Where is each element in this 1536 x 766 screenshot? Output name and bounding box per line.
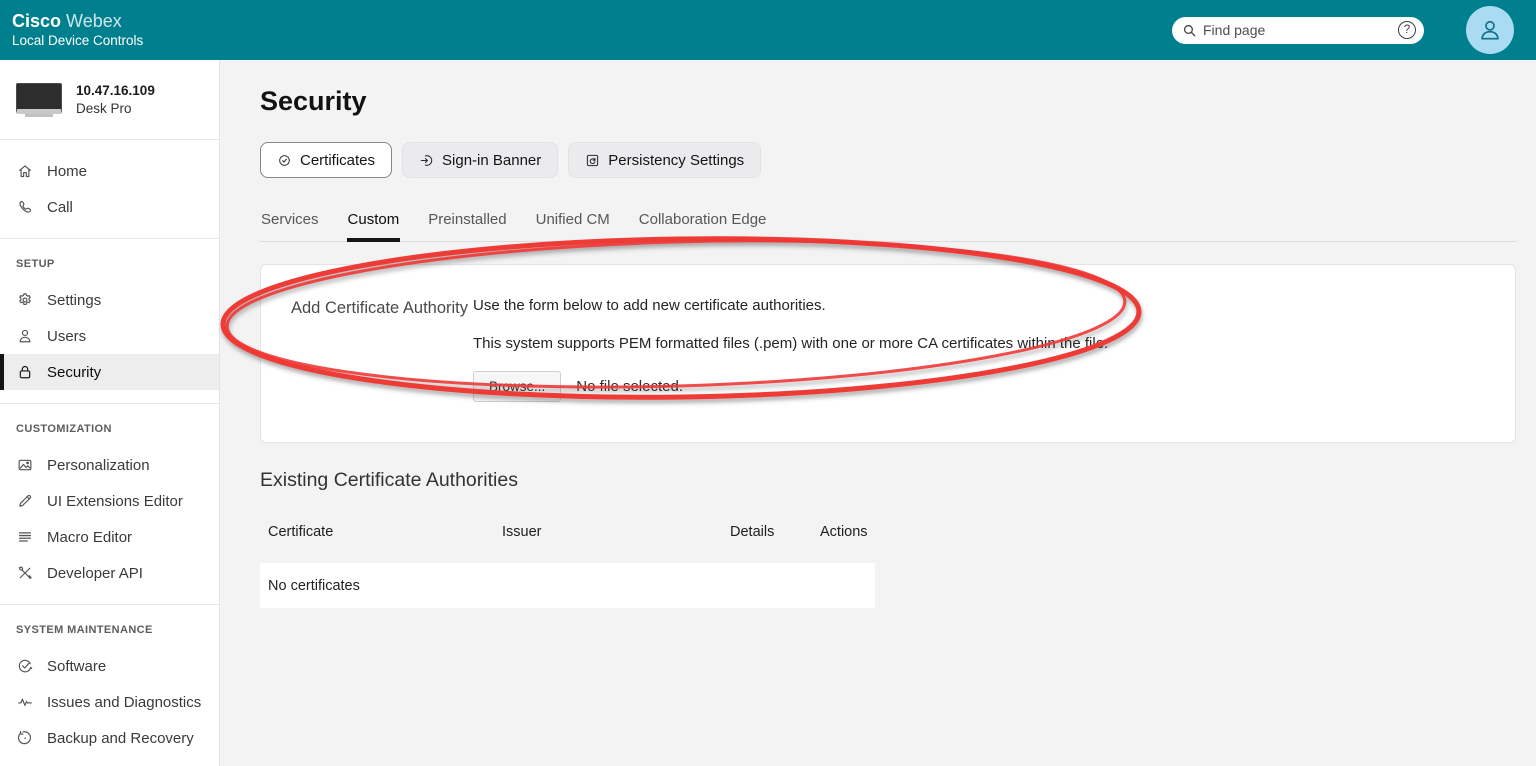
sidebar-item-developer-api[interactable]: Developer API — [0, 555, 219, 591]
user-icon — [19, 329, 31, 343]
section-title-setup: SETUP — [16, 258, 55, 270]
crossed-tools-icon — [18, 566, 32, 579]
circle-check-icon — [18, 659, 33, 673]
sign-in-banner-button[interactable]: Sign-in Banner — [402, 142, 559, 178]
sidebar-item-label: Settings — [47, 291, 102, 309]
sidebar-item-label: Developer API — [47, 564, 143, 582]
table-row-empty: No certificates — [260, 563, 875, 608]
sidebar-item-users[interactable]: Users — [0, 318, 219, 354]
persistency-settings-button[interactable]: Persistency Settings — [568, 142, 762, 178]
sidebar-item-label: Personalization — [47, 456, 150, 474]
button-label: Sign-in Banner — [442, 151, 542, 169]
device-thumbnail — [16, 82, 62, 117]
certificates-tabs: Services Custom Preinstalled Unified CM … — [260, 205, 1516, 242]
sidebar-item-security[interactable]: Security — [0, 354, 219, 390]
search-icon — [1183, 24, 1196, 36]
image-icon — [18, 459, 32, 471]
section-title-customization: CUSTOMIZATION — [16, 423, 112, 435]
tab-collaboration-edge[interactable]: Collaboration Edge — [638, 205, 768, 242]
file-status-text: No file selected. — [576, 378, 684, 395]
sidebar-item-software[interactable]: Software — [0, 648, 219, 684]
certificates-button[interactable]: Certificates — [260, 142, 393, 178]
sidebar-item-macro-editor[interactable]: Macro Editor — [0, 519, 219, 555]
tab-preinstalled[interactable]: Preinstalled — [427, 205, 507, 242]
sidebar-item-label: Call — [47, 198, 73, 216]
product-name: Local Device Controls — [12, 33, 144, 49]
sidebar-item-label: Issues and Diagnostics — [47, 693, 202, 711]
sidebar-item-label: Backup and Recovery — [47, 729, 194, 747]
sidebar-item-ui-extensions-editor[interactable]: UI Extensions Editor — [0, 483, 219, 519]
tab-services[interactable]: Services — [260, 205, 320, 242]
column-header-certificate: Certificate — [268, 524, 334, 540]
button-label: Persistency Settings — [608, 151, 745, 169]
call-icon — [19, 200, 32, 213]
card-description-2: This system supports PEM formatted files… — [473, 335, 1109, 352]
certificates-table-header: Certificate Issuer Details Actions — [260, 524, 1516, 540]
search-input[interactable] — [1203, 22, 1392, 38]
sidebar-item-label: Software — [47, 657, 107, 675]
main-content: Security Certificates Sign-in Banner Per… — [220, 60, 1536, 766]
nav-group-customization: CUSTOMIZATION Personalization UI Extensi… — [0, 404, 219, 604]
restore-icon — [18, 730, 31, 745]
sidebar-item-backup-and-recovery[interactable]: Backup and Recovery — [0, 720, 219, 756]
brand-cisco: Cisco — [12, 11, 62, 32]
brand: Cisco Webex Local Device Controls — [12, 11, 143, 48]
lines-icon — [18, 532, 32, 542]
sidebar-item-label: Users — [47, 327, 87, 345]
nav-group-system-maintenance: SYSTEM MAINTENANCE Software Issues and D… — [0, 605, 219, 766]
sidebar-item-settings[interactable]: Settings — [0, 282, 219, 318]
column-header-actions: Actions — [820, 524, 868, 540]
app-header: CiscoWebex Local Device Controls ? — [0, 0, 1536, 60]
card-heading: Add Certificate Authority — [291, 299, 469, 317]
device-model: Desk Pro — [76, 101, 132, 116]
existing-certificate-authorities-title: Existing Certificate Authorities — [260, 469, 518, 491]
search-box[interactable]: ? — [1172, 16, 1424, 44]
browse-button[interactable]: Browse... — [473, 371, 562, 402]
persistency-icon — [587, 154, 599, 166]
column-header-issuer: Issuer — [502, 524, 542, 540]
gear-icon — [19, 293, 31, 305]
pulse-icon — [18, 698, 32, 707]
page-title: Security — [260, 86, 367, 116]
column-header-details: Details — [730, 524, 775, 540]
nav-group-setup: SETUP Settings Users Security — [0, 239, 219, 403]
avatar[interactable] — [1466, 6, 1514, 54]
person-icon — [1481, 20, 1499, 40]
device-info: 10.47.16.109 Desk Pro — [0, 60, 219, 139]
sidebar-item-label: Home — [47, 162, 88, 180]
card-description-1: Use the form below to add new certificat… — [473, 297, 826, 314]
tab-unified-cm[interactable]: Unified CM — [535, 205, 611, 242]
sidebar-item-call[interactable]: Call — [0, 189, 219, 225]
device-ip: 10.47.16.109 — [76, 83, 155, 98]
sidebar-item-issues-and-diagnostics[interactable]: Issues and Diagnostics — [0, 684, 219, 720]
sidebar: 10.47.16.109 Desk Pro Home Call SETUP Se… — [0, 60, 220, 766]
tab-custom[interactable]: Custom — [346, 205, 401, 242]
brand-webex: Webex — [66, 11, 122, 32]
sidebar-item-personalization[interactable]: Personalization — [0, 447, 219, 483]
lock-icon — [19, 365, 31, 379]
security-section-buttons: Certificates Sign-in Banner Persistency … — [260, 142, 1516, 178]
add-certificate-authority-card: Add Certificate Authority Use the form b… — [260, 264, 1516, 443]
sidebar-item-label: UI Extensions Editor — [47, 492, 183, 510]
help-icon[interactable]: ? — [1398, 21, 1416, 39]
sidebar-item-label: Macro Editor — [47, 528, 133, 546]
empty-table-text: No certificates — [268, 577, 360, 594]
sign-in-icon — [420, 154, 433, 166]
home-icon — [19, 165, 31, 178]
nav-group-general: Home Call — [0, 140, 219, 238]
sidebar-item-label: Security — [47, 363, 102, 381]
certificate-seal-icon — [279, 154, 290, 166]
button-label: Certificates — [300, 151, 376, 169]
sidebar-item-home[interactable]: Home — [0, 153, 219, 189]
section-title-system-maintenance: SYSTEM MAINTENANCE — [16, 624, 153, 636]
pencil-icon — [19, 494, 32, 507]
